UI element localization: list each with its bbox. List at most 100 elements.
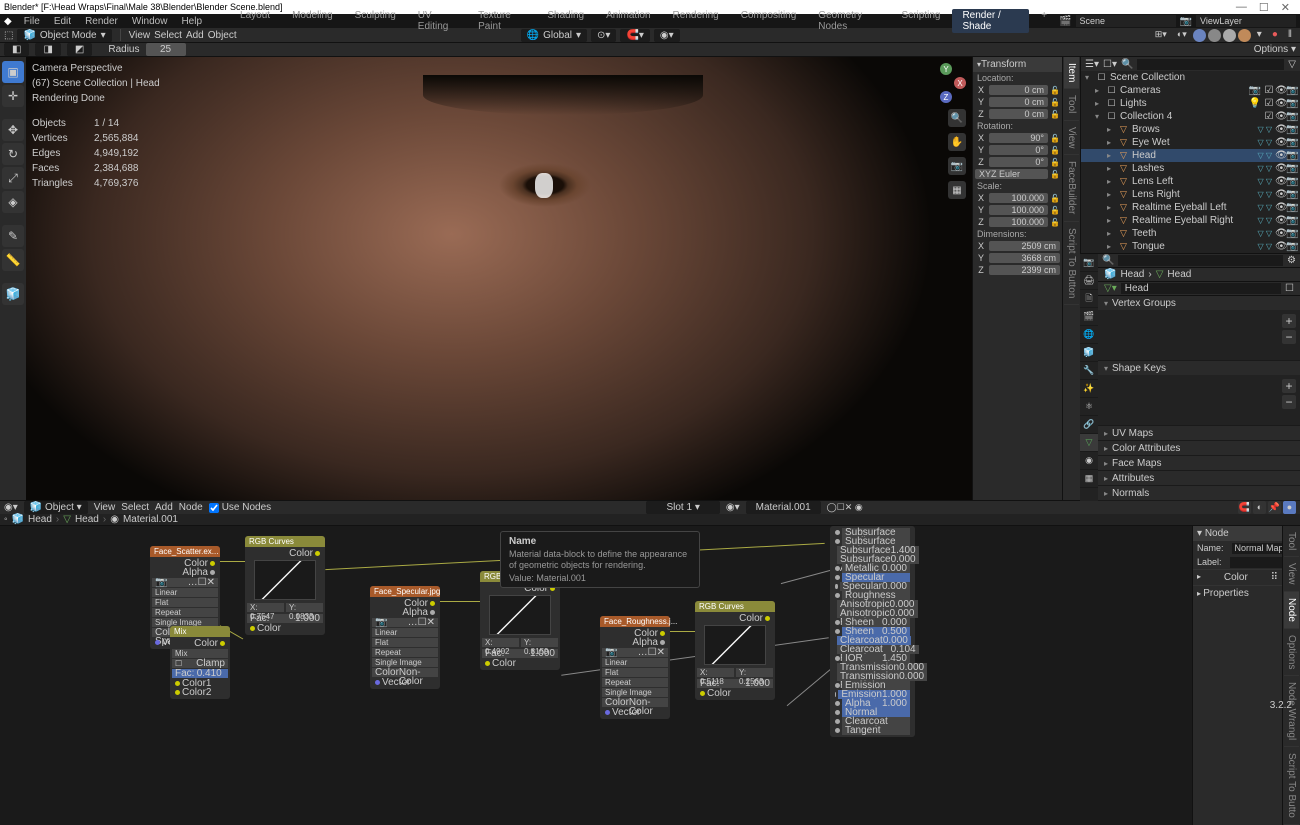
rotmode[interactable]: XYZ Euler [975,169,1048,179]
hdr-add[interactable]: Add [186,30,204,41]
radius-field[interactable]: 25 [146,43,186,56]
node-add[interactable]: Add [155,502,173,513]
tool-scale[interactable]: ⤢ [2,167,24,189]
pause-icon[interactable]: ‖ [1284,29,1296,42]
add-vgroup[interactable]: + [1282,314,1296,328]
vtab-facebuilder[interactable]: FaceBuilder [1064,155,1079,221]
section-attrs[interactable]: Attributes [1098,471,1300,485]
menu-window[interactable]: Window [126,16,174,27]
node-node[interactable]: Node [179,502,203,513]
loc-y[interactable]: 0 cm [989,97,1048,107]
scl-x[interactable]: 100.000 [989,193,1048,203]
workspace-tab[interactable]: + [1031,9,1057,33]
rot-x[interactable]: 90° [989,133,1048,143]
outliner-item[interactable]: ▸▽Eye Wet▽ ▽👁📷 [1081,136,1300,149]
node-image-texture-3[interactable]: Face_Roughness.j... Color Alpha 📷…☐✕ Lin… [600,616,670,719]
node-color-section[interactable]: Color [1224,572,1248,583]
pivot-dropdown[interactable]: ⊙▾ [591,29,616,42]
remove-shapekey[interactable]: − [1282,395,1296,409]
ptab-material[interactable]: ◉ [1080,452,1098,470]
menu-help[interactable]: Help [175,16,208,27]
outliner-item[interactable]: ▸▽Teeth▽ ▽👁📷 [1081,227,1300,240]
workspace-tab[interactable]: Layout [230,9,280,33]
tool-cursor[interactable]: ✛ [2,85,24,107]
section-facemaps[interactable]: Face Maps [1098,456,1300,470]
close-icon[interactable]: ✕ [1281,1,1290,14]
shading-matprev[interactable] [1223,29,1236,42]
ptab-texture[interactable]: ▦ [1080,470,1098,488]
remove-vgroup[interactable]: − [1282,330,1296,344]
overlay-icon[interactable]: ◐ [1253,501,1266,514]
outliner-item[interactable]: ▸▽Lens Left▽ ▽👁📷 [1081,175,1300,188]
nvtab-node[interactable]: Node [1284,592,1299,629]
outliner-search[interactable] [1137,59,1284,70]
filter-icon[interactable]: ▽ [1288,59,1296,70]
mesh-name-input[interactable] [1121,283,1281,294]
tool-select[interactable]: ▣ [2,61,24,83]
hdr-select[interactable]: Select [154,30,182,41]
outliner-item[interactable]: ▸▽Brows▽ ▽👁📷 [1081,123,1300,136]
section-colorattrs[interactable]: Color Attributes [1098,441,1300,455]
dim-z[interactable]: 2399 cm [989,265,1060,275]
vtab-item[interactable]: Item [1064,57,1079,89]
options-dropdown[interactable]: Options ▾ [1254,44,1296,55]
workspace-tab[interactable]: Modeling [282,9,343,33]
vtab-script[interactable]: Script To Button [1064,222,1079,305]
persp-icon[interactable]: ▦ [948,181,966,199]
node-select[interactable]: Select [121,502,149,513]
tool-measure[interactable]: 📏 [2,249,24,271]
toolopt1[interactable]: ◧ [4,43,29,56]
scl-y[interactable]: 100.000 [989,205,1048,215]
section-vertex-groups[interactable]: Vertex Groups [1098,296,1300,310]
node-editor-icon[interactable]: ◉▾ [4,502,18,513]
toolopt2[interactable]: ◨ [35,43,60,56]
zoom-icon[interactable]: 🔍 [948,109,966,127]
outliner-item[interactable]: ▸▽Realtime Eyeball Left▽ ▽👁📷 [1081,201,1300,214]
menu-edit[interactable]: Edit [48,16,77,27]
ptab-viewlayer[interactable]: 🗎 [1080,290,1098,308]
minimize-icon[interactable]: — [1236,1,1247,14]
tool-rotate[interactable]: ↻ [2,143,24,165]
transform-header[interactable]: Transform [973,57,1062,72]
pin-icon[interactable]: 📌 [1268,501,1281,514]
ptab-world[interactable]: 🌐 [1080,326,1098,344]
dim-x[interactable]: 2509 cm [989,241,1060,251]
outliner-item[interactable]: ▸▽Head▽ ▽👁📷 [1081,149,1300,162]
shading-rendered[interactable] [1238,29,1251,42]
tool-move[interactable]: ✥ [2,119,24,141]
scl-z[interactable]: 100.000 [989,217,1048,227]
node-principled-bsdf[interactable]: Subsurface RadiusSubsurface ColorSubsurf… [830,526,915,737]
nvtab-script[interactable]: Script To Butto [1284,747,1299,825]
section-normals[interactable]: Normals [1098,486,1300,500]
outliner-item[interactable]: ▸▽Tongue▽ ▽👁📷 [1081,240,1300,253]
node-image-texture-2[interactable]: Face_Specular.jpg Color Alpha 📷…☐✕ Linea… [370,586,440,689]
nvtab-options[interactable]: Options [1284,629,1299,676]
camera-icon[interactable]: 📷 [948,157,966,175]
viewport-3d[interactable]: Camera Perspective (67) Scene Collection… [26,57,972,500]
orientation-dropdown[interactable]: 🌐 Global ▾ [521,29,587,42]
props-search[interactable] [1118,255,1283,266]
loc-z[interactable]: 0 cm [989,109,1048,119]
hdr-object[interactable]: Object [208,30,237,41]
mode-dropdown[interactable]: 🧊 Object Mode ▾ [17,29,111,42]
outliner-root[interactable]: ▾☐Scene Collection [1081,71,1300,84]
nvtab-nodewrangler[interactable]: Node Wrangl [1284,676,1299,747]
outliner-item[interactable]: ▸▽Realtime Eyeball Right▽ ▽👁📷 [1081,214,1300,227]
shading-wireframe[interactable] [1193,29,1206,42]
node-properties-section[interactable]: Properties [1193,585,1282,601]
shading-dropdown[interactable]: ▾ [1253,29,1266,42]
backdrop-icon[interactable]: ● [1283,501,1296,514]
hdr-view[interactable]: View [129,30,151,41]
tool-addcube[interactable]: 🧊 [2,283,24,305]
node-type-dropdown[interactable]: 🧊 Object ▾ [24,501,88,514]
outliner-item[interactable]: ▸▽Lashes▽ ▽👁📷 [1081,162,1300,175]
vtab-tool[interactable]: Tool [1064,89,1079,120]
node-graph[interactable]: Name Material data-block to define the a… [0,526,1192,825]
outliner-cameras[interactable]: ▸☐Cameras📷☑👁📷 [1081,84,1300,97]
rot-z[interactable]: 0° [989,157,1048,167]
workspace-tab[interactable]: Scripting [892,9,951,33]
ptab-constraint[interactable]: 🔗 [1080,416,1098,434]
maximize-icon[interactable]: ☐ [1259,1,1269,14]
outliner-editor-icon[interactable]: ☰▾ [1085,59,1099,70]
tool-transform[interactable]: ◈ [2,191,24,213]
